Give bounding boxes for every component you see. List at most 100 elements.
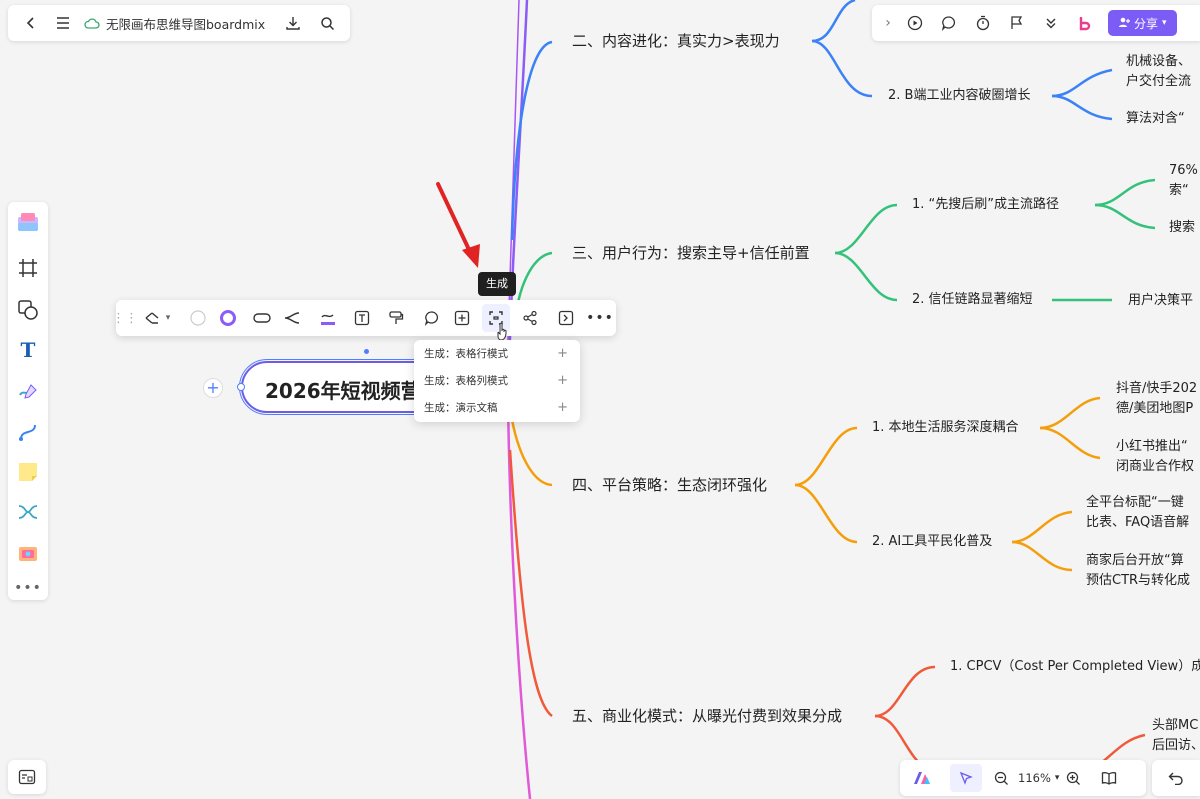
branch-3-label[interactable]: 三、用户行为：搜索主导+信任前置 [572,244,810,262]
minimap-icon [18,769,36,785]
flag-icon[interactable] [1000,9,1034,37]
sub-node[interactable]: 1. CPCV（Cost Per Completed View）成 [950,659,1200,675]
user-add-icon [1118,16,1130,31]
leaf-line: 后回访、 [1152,738,1200,753]
undo-button[interactable] [1152,760,1200,796]
leaf-node[interactable]: 算法对含“ [1126,109,1185,129]
leaf-line: 小红书推出“ [1116,439,1188,454]
line-color-icon[interactable] [314,304,342,332]
cursor-icon[interactable] [950,764,982,792]
book-icon[interactable] [1093,764,1125,792]
leaf-line: 闭商业合作权 [1116,459,1195,474]
ai-icon[interactable] [906,764,938,792]
more-icon[interactable]: ••• [586,304,614,332]
menu-item-presentation[interactable]: 生成：演示文稿 + [414,395,580,421]
frame-icon[interactable] [8,250,48,286]
leaf-node[interactable]: 机械设备、 户交付全流 [1126,52,1191,92]
zoom-in-icon[interactable] [1059,764,1087,792]
more-icon[interactable]: ••• [8,570,48,606]
leaf-line: 比表、FAQ语音解 [1086,515,1190,530]
share-button[interactable]: 分享 ▾ [1108,10,1177,36]
leaf-node[interactable]: 抖音/快手202 德/美团地图P [1116,379,1197,419]
pen-icon[interactable] [8,374,48,410]
sub-node[interactable]: 2. 信任链路显著缩短 [912,292,1033,308]
play-icon[interactable] [898,9,932,37]
leaf-node[interactable]: 头部MC 后回访、 [1152,716,1200,756]
comment-icon[interactable] [932,9,966,37]
sub-node[interactable]: 2. AI工具平民化普及 [872,534,992,550]
document-header: 无限画布思维导图boardmix [8,5,350,41]
root-left-handle[interactable] [237,383,245,391]
leaf-line: 头部MC [1152,718,1199,733]
share-node-icon[interactable] [516,304,544,332]
leaf-node[interactable]: 搜索 [1169,218,1195,238]
template-icon[interactable] [8,204,48,240]
chevron-down-icon[interactable]: ▾ [160,304,176,332]
fill-color-icon[interactable] [184,304,212,332]
text-box-icon[interactable] [348,304,376,332]
mindmap-icon[interactable] [8,494,48,530]
share-label: 分享 [1134,16,1159,31]
node-shape-icon[interactable] [248,304,276,332]
document-title[interactable]: 无限画布思维导图boardmix [106,14,280,33]
brand-logo-icon[interactable] [1068,9,1102,37]
mouse-cursor-icon [497,322,507,341]
tooltip: 生成 [478,272,516,296]
sticky-note-icon[interactable] [8,454,48,490]
leaf-node[interactable]: 用户决策平 [1128,291,1193,311]
drag-handle-icon[interactable]: ⋮⋮ [112,304,138,332]
text-icon[interactable]: T [8,332,48,368]
ai-template-icon[interactable] [8,536,48,572]
menu-item-label: 生成：演示文稿 [424,402,498,414]
plus-icon: + [557,346,568,361]
leaf-line: 抖音/快手202 [1116,381,1198,396]
menu-item-table-column[interactable]: 生成：表格列模式 + [414,368,580,394]
back-icon[interactable] [18,10,44,36]
leaf-line: 商家后台开放“算 [1086,553,1184,568]
leaf-line: 76% [1169,163,1198,178]
minimap-button[interactable] [8,760,46,794]
mindmap-canvas[interactable]: 二、内容进化：真实力>表现力 三、用户行为：搜索主导+信任前置 四、平台策略：生… [0,0,1200,799]
leaf-line: 德/美团地图P [1116,401,1194,416]
menu-icon[interactable] [50,10,76,36]
connector-icon[interactable] [8,414,48,450]
leaf-line: 索“ [1169,183,1189,198]
branch-4-label[interactable]: 四、平台策略：生态闭环强化 [572,476,767,494]
leaf-node[interactable]: 全平台标配“一键 比表、FAQ语音解 [1086,493,1189,533]
menu-item-label: 生成：表格列模式 [424,375,508,387]
format-painter-icon[interactable] [382,304,410,332]
cloud-icon [82,10,102,36]
insert-icon[interactable] [448,304,476,332]
root-node[interactable]: 2026年短视频营销 [239,359,443,415]
zoom-level[interactable]: 116% [1014,771,1055,785]
collapse-icon[interactable] [552,304,580,332]
leaf-line: 机械设备、 [1126,54,1192,69]
sub-node[interactable]: 1. 本地生活服务深度耦合 [872,420,1019,436]
border-color-icon[interactable] [214,304,242,332]
top-right-toolbar: › 分享 ▾ [872,5,1200,41]
download-icon[interactable] [280,10,306,36]
menu-item-table-row[interactable]: 生成：表格行模式 + [414,341,580,367]
search-icon[interactable] [314,10,340,36]
plus-icon: + [557,400,568,415]
branch-2-label[interactable]: 二、内容进化：真实力>表现力 [572,32,780,50]
shape-icon[interactable] [8,292,48,328]
timer-icon[interactable] [966,9,1000,37]
leaf-node[interactable]: 商家后台开放“算 预估CTR与转化成 [1086,551,1190,591]
sub-node[interactable]: 2. B端工业内容破圈增长 [888,88,1030,104]
leaf-node[interactable]: 76% 索“ [1169,161,1198,201]
chevron-down-icon: ▾ [1162,18,1167,28]
root-top-handle[interactable] [364,349,369,354]
chevron-double-icon[interactable] [1034,9,1068,37]
branch-5-label[interactable]: 五、商业化模式：从曝光付费到效果分成 [572,707,842,725]
line-style-icon[interactable] [278,304,306,332]
comment-icon[interactable] [418,304,446,332]
leaf-line: 预估CTR与转化成 [1086,573,1191,588]
zoom-out-icon[interactable] [988,764,1014,792]
leaf-node[interactable]: 小红书推出“ 闭商业合作权 [1116,437,1194,477]
sub-node[interactable]: 1. “先搜后刷”成主流路径 [912,197,1059,213]
add-node-button[interactable]: + [203,378,223,398]
plus-icon: + [557,373,568,388]
format-toolbar: ⋮⋮ ▾ ••• [112,300,616,336]
chevron-right-icon[interactable]: › [878,9,898,37]
